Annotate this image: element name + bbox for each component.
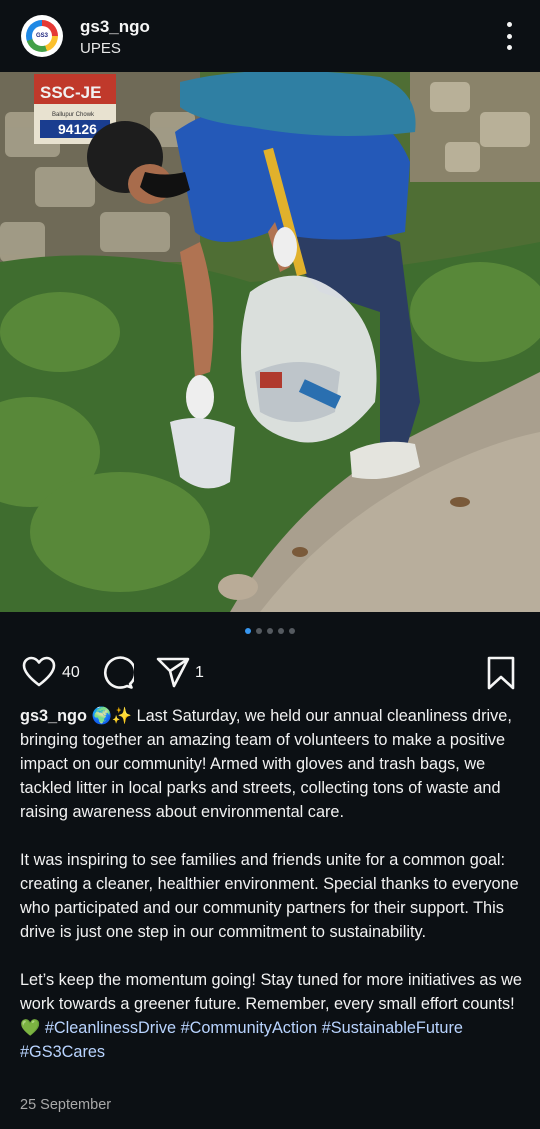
post-photo[interactable]: SSC-JE Ballupur Chowk 94126	[0, 72, 540, 612]
hashtag-link[interactable]: #SustainableFuture	[322, 1019, 463, 1037]
caption-paragraph-1: gs3_ngo 🌍✨ Last Saturday, we held our an…	[20, 704, 524, 824]
caption-text-3: Let’s keep the momentum going! Stay tune…	[20, 971, 522, 1013]
caption-emoji: 🌍✨	[91, 707, 133, 725]
carousel-dot-5	[289, 628, 295, 634]
caption-paragraph-3: Let’s keep the momentum going! Stay tune…	[20, 968, 524, 1064]
caption-username[interactable]: gs3_ngo	[20, 707, 87, 725]
bookmark-icon[interactable]	[486, 656, 516, 695]
comment-icon[interactable]	[100, 656, 137, 695]
carousel-dot-1	[245, 628, 251, 634]
sign-title: SSC-JE	[40, 83, 101, 102]
caption-paragraph-2: It was inspiring to see families and fri…	[20, 851, 519, 941]
carousel-dot-2	[256, 628, 262, 634]
carousel-dot-3	[267, 628, 273, 634]
more-options-icon[interactable]	[498, 22, 520, 50]
green-heart-emoji: 💚	[20, 1019, 41, 1037]
post-username[interactable]: gs3_ngo	[80, 17, 150, 37]
like-heart-icon[interactable]	[22, 656, 56, 693]
post-actions: 40 1	[0, 652, 540, 692]
sign-subtitle: Ballupur Chowk	[52, 112, 95, 118]
carousel-dot-4	[278, 628, 284, 634]
hashtag-link[interactable]: #CommunityAction	[181, 1019, 318, 1037]
share-send-icon[interactable]	[156, 656, 190, 693]
share-count[interactable]: 1	[195, 664, 204, 682]
post-header: GS3 gs3_ngo UPES	[0, 0, 540, 72]
post-photo-illustration: SSC-JE Ballupur Chowk 94126	[0, 72, 540, 612]
like-count[interactable]: 40	[62, 664, 80, 682]
hashtag-link[interactable]: #CleanlinessDrive	[45, 1019, 176, 1037]
profile-avatar[interactable]: GS3	[21, 15, 63, 57]
hashtag-link[interactable]: #GS3Cares	[20, 1043, 105, 1061]
post-location[interactable]: UPES	[80, 40, 121, 57]
post-caption: gs3_ngo 🌍✨ Last Saturday, we held our an…	[20, 704, 524, 1088]
post-date: 25 September	[20, 1097, 112, 1113]
sign-phone: 94126	[58, 121, 97, 137]
carousel-indicator	[0, 628, 540, 634]
logo-text: GS3	[32, 26, 52, 46]
logo-ring: GS3	[26, 20, 58, 52]
